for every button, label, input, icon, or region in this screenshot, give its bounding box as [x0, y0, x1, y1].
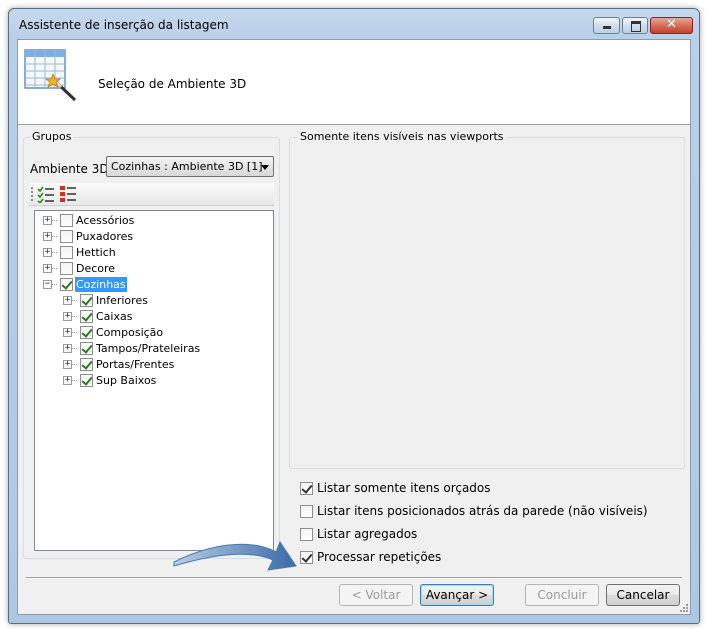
expand-icon[interactable]: + [63, 296, 72, 305]
tree-checkbox[interactable] [60, 262, 73, 275]
tree-checkbox[interactable] [80, 294, 93, 307]
option-checkbox[interactable] [300, 528, 313, 541]
toolbar-grip[interactable] [31, 187, 35, 201]
tree-checkbox[interactable] [60, 214, 73, 227]
chevron-down-icon [261, 165, 269, 170]
tree-node-label: Composição [96, 326, 164, 339]
tree-connector [52, 268, 57, 269]
tree-node-label: Puxadores [76, 230, 134, 243]
viewports-title: Somente itens visíveis nas viewports [298, 130, 506, 143]
groups-title: Grupos [30, 130, 74, 143]
resize-grip-icon[interactable] [678, 602, 688, 612]
window-title: Assistente de inserção da listagem [19, 18, 229, 32]
tree-connector [52, 284, 57, 285]
tree-node-label: Acessórios [76, 214, 135, 227]
finish-button[interactable]: Concluir [525, 584, 599, 606]
maximize-icon [631, 21, 641, 32]
expand-icon[interactable]: + [43, 264, 52, 273]
cancel-button[interactable]: Cancelar [606, 584, 680, 606]
pointer-arrow-icon [173, 540, 297, 571]
collapse-icon[interactable]: − [43, 280, 52, 289]
tree-node-label: Sup Baixos [96, 374, 157, 387]
expand-icon[interactable]: + [63, 328, 72, 337]
button-separator [26, 577, 682, 579]
tree-checkbox[interactable] [60, 246, 73, 259]
tree-node-label: Caixas [96, 310, 133, 323]
tree-checkbox[interactable] [80, 326, 93, 339]
expand-icon[interactable]: + [63, 360, 72, 369]
tree-connector [72, 380, 77, 381]
tree-toolbar [29, 183, 274, 206]
tree-connector [52, 252, 57, 253]
next-button[interactable]: Avançar > [420, 584, 494, 606]
expand-icon[interactable]: + [43, 232, 52, 241]
expand-icon[interactable]: + [43, 216, 52, 225]
tree-node-label: Cozinhas [75, 277, 127, 292]
close-button[interactable]: ✕ [650, 17, 693, 34]
check-all-icon[interactable] [37, 185, 55, 203]
tree-node-label: Tampos/Prateleiras [96, 342, 201, 355]
expand-icon[interactable]: + [63, 376, 72, 385]
table-wizard-icon [24, 49, 77, 102]
tree-node-label: Hettich [76, 246, 116, 259]
option-label: Listar itens posicionados atrás da pared… [317, 504, 648, 518]
groups-tree[interactable]: + Acessórios + Puxadores + Hettich + Dec… [34, 210, 274, 551]
option-checkbox[interactable] [300, 551, 313, 564]
minimize-button[interactable] [593, 17, 620, 34]
option-label: Listar agregados [317, 527, 418, 541]
tree-connector [52, 220, 57, 221]
tree-checkbox[interactable] [80, 374, 93, 387]
option-label: Listar somente itens orçados [317, 481, 491, 495]
tree-connector [72, 300, 77, 301]
title-bar[interactable]: Assistente de inserção da listagem ✕ [9, 9, 699, 39]
option-checkbox[interactable] [300, 505, 313, 518]
close-icon: ✕ [666, 17, 677, 32]
option-label: Processar repetições [317, 550, 442, 564]
wizard-step-title: Seleção de Ambiente 3D [98, 77, 247, 91]
groups-panel: Grupos Ambiente 3D: Cozinhas : Ambiente … [23, 130, 280, 559]
tree-connector [72, 364, 77, 365]
dialog-client: Seleção de Ambiente 3D Grupos Ambiente 3… [17, 39, 691, 615]
option-checkbox[interactable] [300, 482, 313, 495]
ambiente-label: Ambiente 3D: [30, 162, 113, 176]
viewports-panel: Somente itens visíveis nas viewports [289, 130, 685, 469]
maximize-button[interactable] [622, 17, 648, 34]
uncheck-all-icon[interactable] [59, 185, 77, 203]
back-button[interactable]: < Voltar [339, 584, 413, 606]
expand-icon[interactable]: + [63, 344, 72, 353]
tree-connector [72, 316, 77, 317]
wizard-header: Seleção de Ambiente 3D [18, 40, 690, 125]
tree-checkbox[interactable] [80, 310, 93, 323]
expand-icon[interactable]: + [63, 312, 72, 321]
tree-connector [72, 348, 77, 349]
tree-checkbox[interactable] [60, 278, 73, 291]
ambiente-select-value: Cozinhas : Ambiente 3D [1] [111, 160, 263, 173]
dialog-window: Assistente de inserção da listagem ✕ Sel… [8, 8, 700, 624]
tree-checkbox[interactable] [60, 230, 73, 243]
ambiente-select[interactable]: Cozinhas : Ambiente 3D [1] [106, 156, 274, 177]
minimize-icon [603, 26, 611, 29]
tree-connector [52, 236, 57, 237]
tree-checkbox[interactable] [80, 342, 93, 355]
tree-node-label: Decore [76, 262, 116, 275]
tree-node-label: Inferiores [96, 294, 148, 307]
tree-checkbox[interactable] [80, 358, 93, 371]
tree-node-label: Portas/Frentes [96, 358, 175, 371]
expand-icon[interactable]: + [43, 248, 52, 257]
tree-connector [72, 332, 77, 333]
